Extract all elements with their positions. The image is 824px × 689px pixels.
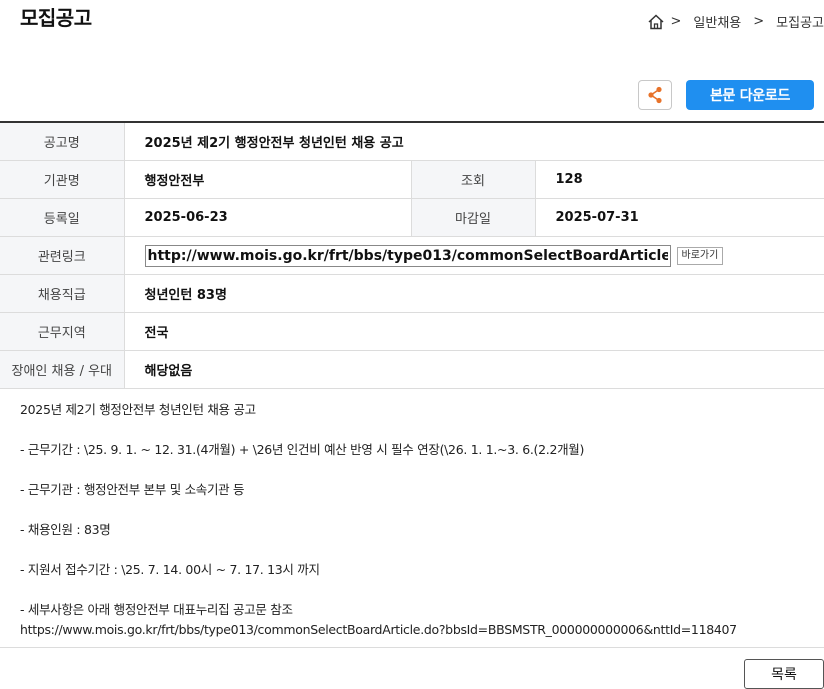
views-label: 조회 — [411, 160, 536, 199]
related-link-input[interactable] — [144, 244, 671, 267]
download-body-button[interactable]: 본문 다운로드 — [686, 80, 814, 110]
table-row: 근무지역 전국 — [0, 312, 824, 351]
breadcrumb-item-general-recruit[interactable]: 일반채용 — [693, 12, 741, 31]
table-row: 장애인 채용 / 우대 해당없음 — [0, 350, 824, 389]
breadcrumb-separator: > — [670, 14, 682, 29]
body-url: https://www.mois.go.kr/frt/bbs/type013/c… — [20, 622, 737, 637]
share-button[interactable] — [638, 80, 672, 110]
work-region-label: 근무지역 — [0, 312, 125, 351]
share-icon — [648, 86, 662, 104]
title-label: 공고명 — [0, 122, 125, 161]
disability-label: 장애인 채용 / 우대 — [0, 350, 125, 389]
position-value: 청년인턴 83명 — [124, 274, 824, 313]
breadcrumb: > 일반채용 > 모집공고 — [647, 12, 824, 31]
position-label: 채용직급 — [0, 274, 125, 313]
list-button[interactable]: 목록 — [744, 659, 824, 689]
page-title: 모집공고 — [20, 6, 92, 30]
table-row: 기관명 행정안전부 조회 128 — [0, 160, 824, 199]
go-to-link-button[interactable]: 바로가기 — [676, 246, 724, 265]
body-line: - 근무기관 : 행정안전부 본부 및 소속기관 등 — [20, 482, 245, 497]
registration-date-value: 2025-06-23 — [124, 198, 412, 237]
body-line: - 세부사항은 아래 행정안전부 대표누리집 공고문 참조 — [20, 602, 293, 617]
related-link-cell: 바로가기 — [124, 236, 824, 275]
disability-value: 해당없음 — [124, 350, 824, 389]
body-line: - 채용인원 : 83명 — [20, 522, 111, 537]
table-row: 공고명 2025년 제2기 행정안전부 청년인턴 채용 공고 — [0, 122, 824, 161]
notice-info-table: 공고명 2025년 제2기 행정안전부 청년인턴 채용 공고 기관명 행정안전부… — [0, 121, 824, 389]
breadcrumb-separator: > — [753, 14, 765, 29]
deadline-label: 마감일 — [411, 198, 536, 237]
table-row: 등록일 2025-06-23 마감일 2025-07-31 — [0, 198, 824, 237]
body-line: - 근무기간 : \25. 9. 1. ~ 12. 31.(4개월) + \26… — [20, 442, 585, 457]
agency-label: 기관명 — [0, 160, 125, 199]
views-value: 128 — [535, 160, 824, 199]
registration-date-label: 등록일 — [0, 198, 125, 237]
breadcrumb-item-notice[interactable]: 모집공고 — [776, 12, 824, 31]
table-row: 채용직급 청년인턴 83명 — [0, 274, 824, 313]
divider — [0, 647, 824, 648]
work-region-value: 전국 — [124, 312, 824, 351]
table-row: 관련링크 바로가기 — [0, 236, 824, 275]
deadline-value: 2025-07-31 — [535, 198, 824, 237]
body-line: - 지원서 접수기간 : \25. 7. 14. 00시 ~ 7. 17. 13… — [20, 562, 320, 577]
agency-value: 행정안전부 — [124, 160, 412, 199]
body-line: 2025년 제2기 행정안전부 청년인턴 채용 공고 — [20, 402, 256, 417]
notice-body: 2025년 제2기 행정안전부 청년인턴 채용 공고 - 근무기간 : \25.… — [20, 400, 820, 640]
related-link-label: 관련링크 — [0, 236, 125, 275]
home-icon[interactable] — [647, 13, 665, 31]
title-value: 2025년 제2기 행정안전부 청년인턴 채용 공고 — [124, 122, 824, 161]
